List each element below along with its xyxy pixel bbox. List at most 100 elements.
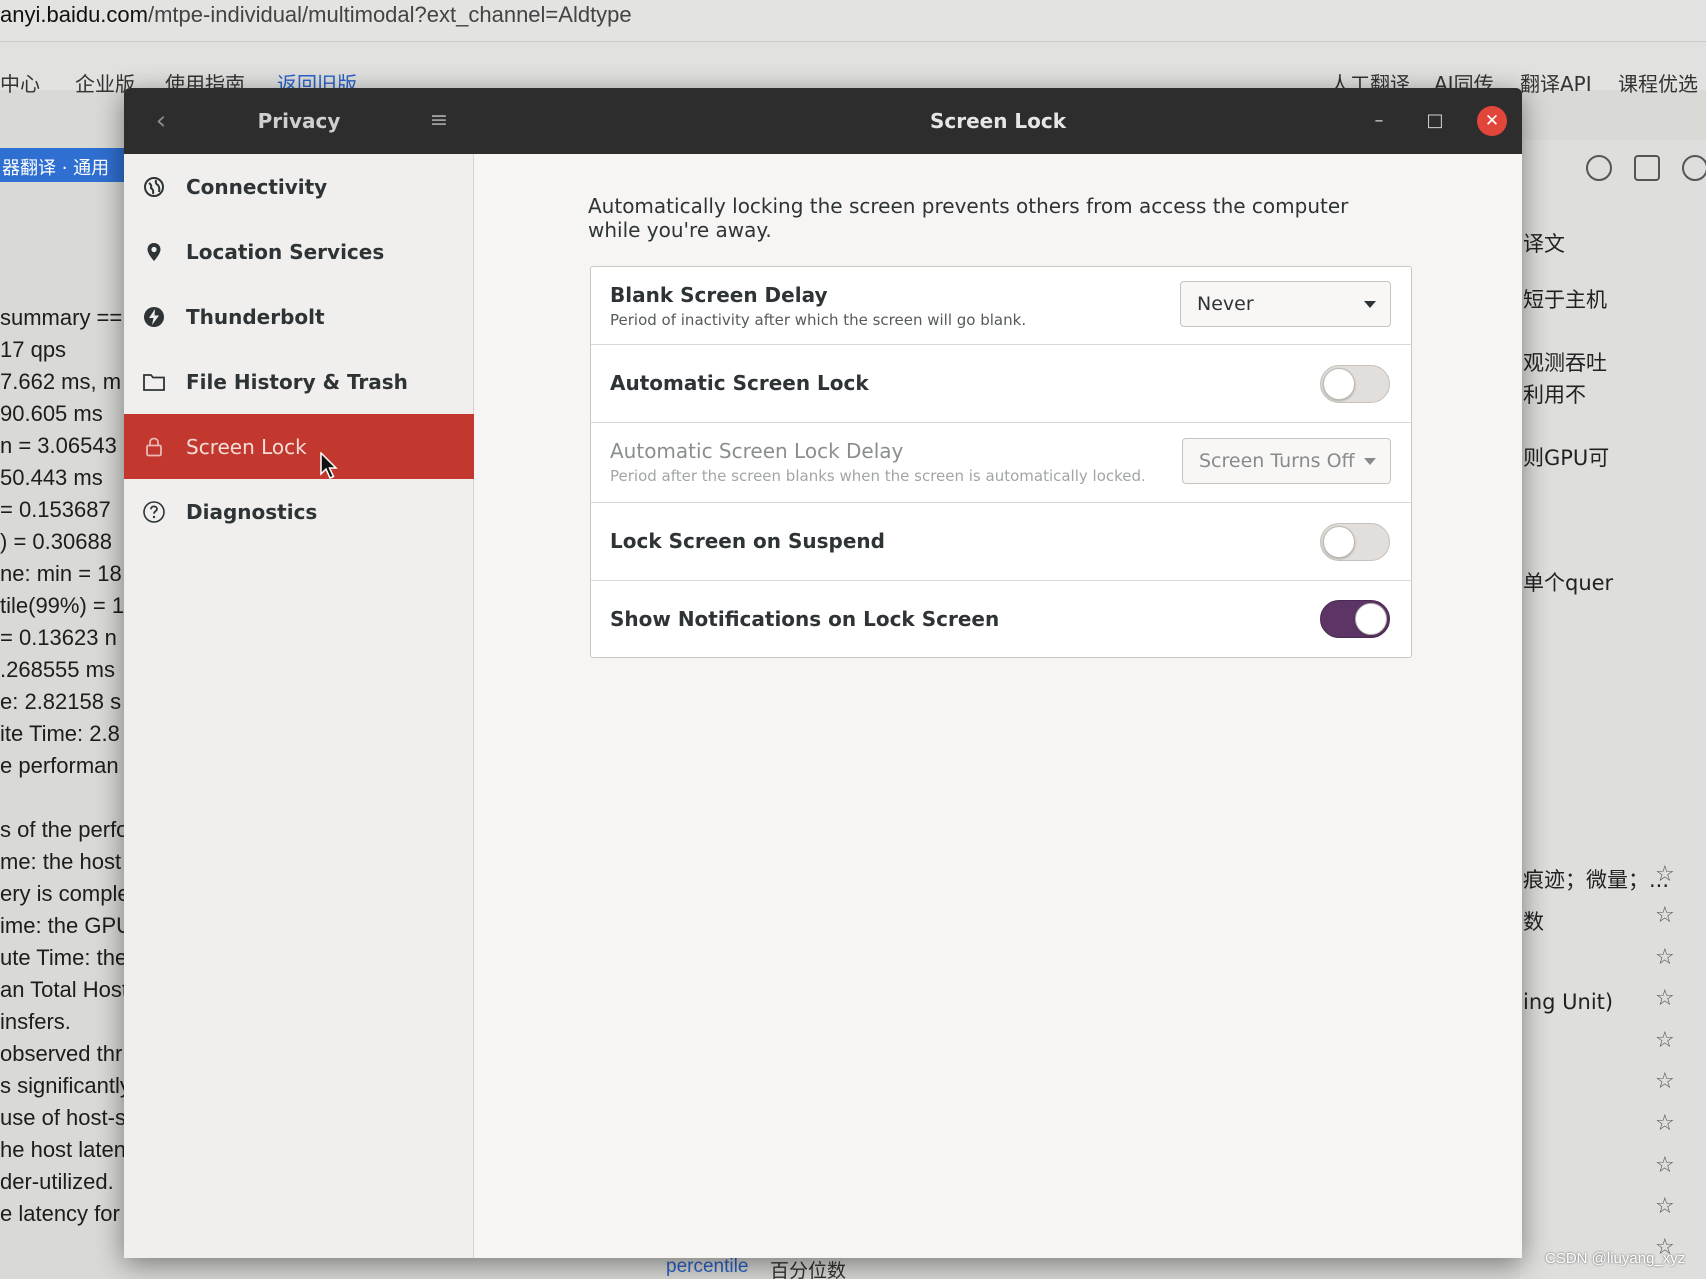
row-title: Show Notifications on Lock Screen [610,607,1000,631]
minimize-button[interactable]: – [1365,107,1393,135]
window-titlebar[interactable]: ‹ Privacy ≡ Screen Lock – □ ✕ [124,88,1522,154]
row-subtitle: Period after the screen blanks when the … [610,467,1146,485]
row-blank-screen-delay: Blank Screen Delay Period of inactivity … [591,267,1411,345]
folder-icon[interactable] [1634,155,1660,181]
lock-icon [142,435,166,459]
star-icon[interactable]: ☆ [1655,864,1675,886]
switch-knob [1323,368,1355,400]
close-button[interactable]: ✕ [1477,106,1507,136]
background-text-line: .268555 ms [0,657,115,682]
background-right-text: 数 [1523,910,1544,934]
background-text-line: observed thr [0,1041,123,1066]
background-right-text: ing Unit) [1523,990,1614,1014]
background-text-line: = 0.13623 n [0,625,117,650]
sidebar-item-label: Connectivity [186,174,328,199]
background-text-line: summary == [0,305,123,330]
background-right-text: 单个quer [1523,571,1614,595]
automatic-screen-lock-delay-dropdown[interactable]: Screen Turns Off [1182,438,1391,484]
screen-lock-panel: Automatically locking the screen prevent… [474,154,1522,1258]
automatic-screen-lock-switch[interactable] [1320,365,1390,403]
browser-address-bar[interactable]: anyi.baidu.com/mtpe-individual/multimoda… [0,0,1706,42]
background-text-line: = 0.153687 [0,497,111,522]
background-document-text: summary == 17 qps 7.662 ms, m 90.605 ms n = … [0,302,130,1230]
background-text-line: e performan [0,753,119,778]
background-text-line: ite Time: 2.8 [0,721,120,746]
background-text-line: der-utilized. [0,1169,114,1194]
background-right-text: 利用不 [1523,383,1586,407]
background-text-line: e: 2.82158 s [0,689,122,714]
star-icon[interactable]: ☆ [1655,1155,1675,1177]
site-nav-item[interactable]: 中心 [0,68,40,97]
star-icon[interactable]: ☆ [1655,947,1675,969]
row-subtitle: Period of inactivity after which the scr… [610,311,1027,329]
background-text-line: insfers. [0,1009,71,1034]
background-text-line: s of the perfo [0,817,129,842]
sidebar-item-screen-lock[interactable]: Screen Lock [124,414,474,479]
background-text-line: e latency for [0,1201,120,1226]
dropdown-value: Screen Turns Off [1199,450,1355,472]
url-host: anyi.baidu.com [0,2,148,27]
background-text-line: n = 3.06543 [0,433,117,458]
browser-url[interactable]: anyi.baidu.com/mtpe-individual/multimoda… [0,2,632,28]
switch-knob [1323,526,1355,558]
star-icon[interactable]: ☆ [1655,1030,1675,1052]
background-text-line: ) = 0.30688 [0,529,112,554]
browser-tab[interactable]: 器翻译 · 通用 [0,148,125,182]
star-icon[interactable]: ☆ [1655,905,1675,927]
background-text-line [0,782,130,814]
star-icon[interactable]: ☆ [1655,1113,1675,1135]
location-pin-icon [142,240,166,264]
site-nav-item[interactable]: 翻译API [1520,68,1592,97]
dropdown-value: Never [1197,293,1254,315]
background-text-line: use of host-s [0,1105,126,1130]
background-right-text: 短于主机 [1523,288,1607,312]
settings-gear-icon[interactable] [1682,155,1706,181]
settings-list: Blank Screen Delay Period of inactivity … [590,266,1412,658]
star-icon[interactable]: ☆ [1655,1071,1675,1093]
show-notifications-switch[interactable] [1320,600,1390,638]
sidebar-item-label: Diagnostics [186,499,318,524]
background-text-line: ne: min = 18 [0,561,122,586]
help-icon [142,500,166,524]
sidebar-item-label: Thunderbolt [186,304,325,329]
switch-knob [1355,603,1387,635]
sidebar-item-connectivity[interactable]: Connectivity [124,154,474,219]
sidebar-item-diagnostics[interactable]: Diagnostics [124,479,474,544]
site-nav-item[interactable]: 课程优选 [1618,68,1698,97]
sidebar-item-label: Screen Lock [186,434,307,459]
background-right-text: 痕迹；微量；... [1523,868,1670,892]
blank-screen-delay-dropdown[interactable]: Never [1180,281,1391,327]
star-icon[interactable]: ☆ [1655,988,1675,1010]
background-right-text: 观测吞吐 [1523,351,1607,375]
sidebar-item-label: File History & Trash [186,369,408,394]
chevron-down-icon [1364,458,1376,465]
row-title: Lock Screen on Suspend [610,529,885,553]
row-title: Automatic Screen Lock [610,371,869,395]
sidebar-item-file-history[interactable]: File History & Trash [124,349,474,414]
background-text-line: ute Time: the [0,945,128,970]
background-text-line: ery is comple [0,881,130,906]
row-show-notifications: Show Notifications on Lock Screen [591,581,1411,659]
background-text-line: ime: the GPU [0,913,130,938]
privacy-sidebar: Connectivity Location Services Thunderbo… [124,154,474,1258]
row-title: Blank Screen Delay [610,283,828,307]
watermark: CSDN @liuyang_xyz [1545,1250,1686,1267]
sidebar-item-thunderbolt[interactable]: Thunderbolt [124,284,474,349]
maximize-button[interactable]: □ [1421,107,1449,135]
lock-screen-on-suspend-switch[interactable] [1320,523,1390,561]
background-text: 百分位数 [770,1260,847,1279]
background-text-line: an Total Host [0,977,129,1002]
panel-description: Automatically locking the screen prevent… [588,194,1349,242]
row-automatic-screen-lock-delay: Automatic Screen Lock Delay Period after… [591,423,1411,503]
history-icon[interactable] [1586,155,1612,181]
background-link[interactable]: percentile [666,1256,748,1278]
background-text-line: 90.605 ms [0,401,103,426]
row-lock-screen-on-suspend: Lock Screen on Suspend [591,503,1411,581]
background-text-line: he host laten [0,1137,126,1162]
background-text-line: 50.443 ms [0,465,103,490]
chevron-down-icon [1364,301,1376,308]
hamburger-menu-button[interactable]: ≡ [424,106,454,136]
star-icon[interactable]: ☆ [1655,1196,1675,1218]
background-text-line: 7.662 ms, m [0,369,122,394]
sidebar-item-location-services[interactable]: Location Services [124,219,474,284]
